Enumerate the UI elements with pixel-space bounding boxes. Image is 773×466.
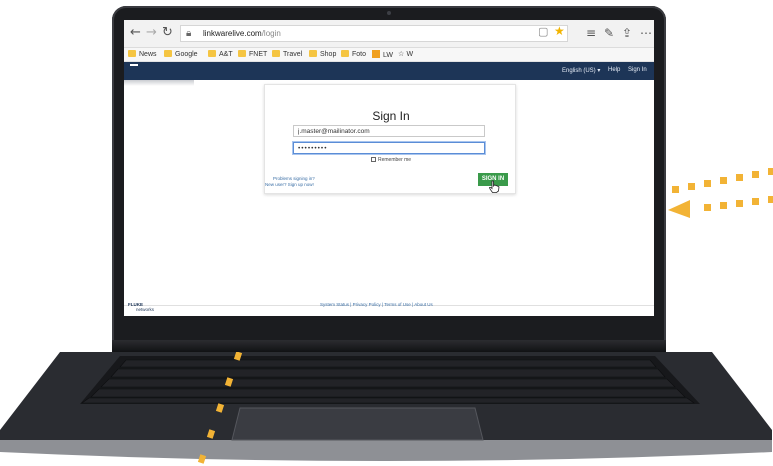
pointer-arrow-left	[668, 168, 773, 218]
laptop-scene: ← → ↻ 🔒︎ linkwarelive.com/login ▢ ★ ≡ ✎ …	[0, 0, 773, 466]
